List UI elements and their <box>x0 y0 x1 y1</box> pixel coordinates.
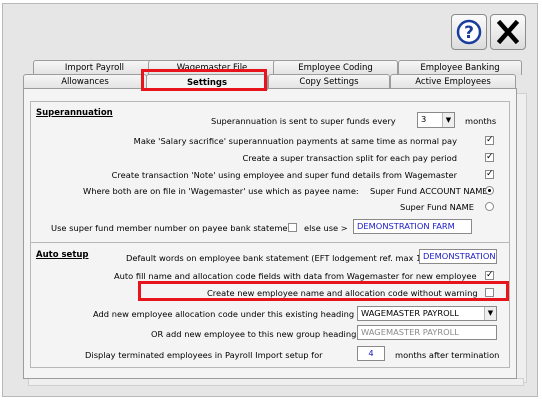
section-title-superannuation: Superannuation <box>36 108 113 118</box>
option-fund-name-radio[interactable] <box>485 202 494 211</box>
terminated-label: Display terminated employees in Payroll … <box>85 350 323 360</box>
new-group-input[interactable]: WAGEMASTER PAYROLL <box>357 325 497 340</box>
new-group-label: OR add new employee to this new group he… <box>151 329 357 339</box>
auto-fill-checkbox[interactable]: ✓ <box>485 271 494 280</box>
tab-import-payroll[interactable]: Import Payroll <box>33 60 156 75</box>
help-button[interactable]: ? <box>451 14 487 50</box>
section-title-auto-setup: Auto setup <box>36 250 89 260</box>
default-words-label: Default words on employee bank statement… <box>126 253 430 263</box>
existing-heading-label: Add new employee allocation code under t… <box>93 309 355 319</box>
no-warning-highlight <box>138 281 509 301</box>
note-checkbox[interactable]: ✓ <box>485 170 494 179</box>
settings-panel: Superannuation Superannuation is sent to… <box>23 88 517 379</box>
auto-fill-label: Auto fill name and allocation code field… <box>114 271 477 281</box>
split-checkbox[interactable]: ✓ <box>485 153 494 162</box>
super-frequency-label: Superannuation is sent to super funds ev… <box>211 116 396 126</box>
super-frequency-select[interactable]: 3 ▼ <box>417 112 455 128</box>
existing-heading-select[interactable]: WAGEMASTER PAYROLL ▼ <box>357 306 497 321</box>
tab-active-employees[interactable]: Active Employees <box>390 74 516 89</box>
option-account-name-label: Super Fund ACCOUNT NAME <box>370 186 488 196</box>
option-account-name-radio[interactable] <box>485 186 494 195</box>
member-number-label: Use super fund member number on payee ba… <box>51 223 297 233</box>
superannuation-section: Superannuation Superannuation is sent to… <box>30 101 510 249</box>
salary-sacrifice-checkbox[interactable]: ✓ <box>485 136 494 145</box>
else-use-input[interactable]: DEMONSTRATION FARM <box>353 219 472 234</box>
dropdown-arrow-icon[interactable]: ▼ <box>442 113 454 127</box>
terminated-months-input[interactable]: 4 <box>357 346 385 361</box>
terminated-unit: months after termination <box>395 350 500 360</box>
option-fund-name-label: Super Fund NAME <box>400 202 474 212</box>
tab-employee-coding[interactable]: Employee Coding <box>273 60 398 75</box>
else-use-label: else use > <box>304 223 348 233</box>
settings-tab-highlight <box>141 69 267 91</box>
svg-text:?: ? <box>464 23 474 43</box>
payee-name-label: Where both are on file in 'Wagemaster' u… <box>83 186 359 196</box>
member-number-checkbox[interactable] <box>288 223 297 232</box>
tab-copy-settings[interactable]: Copy Settings <box>268 74 390 89</box>
salary-sacrifice-label: Make 'Salary sacrifice' superannuation p… <box>133 136 457 146</box>
dropdown-arrow-icon[interactable]: ▼ <box>484 307 496 320</box>
tab-employee-banking[interactable]: Employee Banking <box>398 60 522 75</box>
close-x-icon <box>496 20 520 44</box>
close-button[interactable] <box>490 14 526 50</box>
auto-setup-section: Auto setup Default words on employee ban… <box>30 242 510 368</box>
default-words-input[interactable]: DEMONSTRATION FA <box>419 249 497 264</box>
note-label: Create transaction 'Note' using employee… <box>111 170 457 180</box>
stacked-panel-edge-bottom <box>28 378 524 386</box>
split-label: Create a super transaction split for eac… <box>242 153 457 163</box>
question-mark-icon: ? <box>456 19 482 45</box>
super-frequency-unit: months <box>465 116 497 126</box>
tab-allowances[interactable]: Allowances <box>23 74 147 89</box>
